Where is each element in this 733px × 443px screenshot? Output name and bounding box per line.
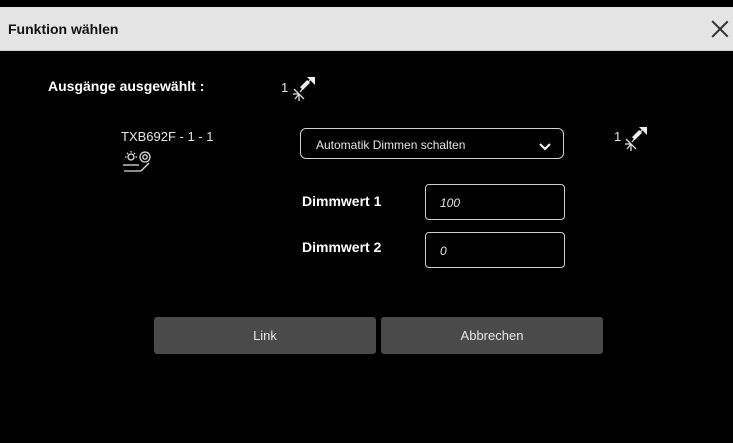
dimm2-field[interactable]: 0 (425, 232, 565, 268)
light-switch-icon (290, 74, 318, 107)
dimm2-value: 0 (440, 244, 447, 258)
link-button[interactable]: Link (154, 317, 376, 354)
function-select[interactable]: Automatik Dimmen schalten (300, 128, 564, 159)
dimm1-label: Dimmwert 1 (302, 193, 382, 209)
cancel-button[interactable]: Abbrechen (381, 317, 603, 354)
dimmer-light-icon (121, 150, 157, 179)
dialog-titlebar: Funktion wählen (0, 7, 733, 51)
chevron-down-icon (539, 139, 551, 157)
selected-outputs-count: 1 (281, 80, 289, 95)
function-dialog: Funktion wählen Ausgänge ausgewählt : 1 … (0, 0, 733, 443)
close-icon[interactable] (709, 18, 731, 40)
light-switch-icon (622, 124, 650, 157)
function-count: 1 (614, 129, 622, 144)
dimm1-field[interactable]: 100 (425, 184, 565, 220)
selected-outputs-label: Ausgänge ausgewählt : (48, 78, 205, 94)
dialog-title: Funktion wählen (8, 21, 119, 37)
device-name: TXB692F - 1 - 1 (121, 129, 214, 144)
function-select-value: Automatik Dimmen schalten (316, 138, 466, 152)
dimm1-value: 100 (440, 196, 461, 210)
dimm2-label: Dimmwert 2 (302, 239, 382, 255)
